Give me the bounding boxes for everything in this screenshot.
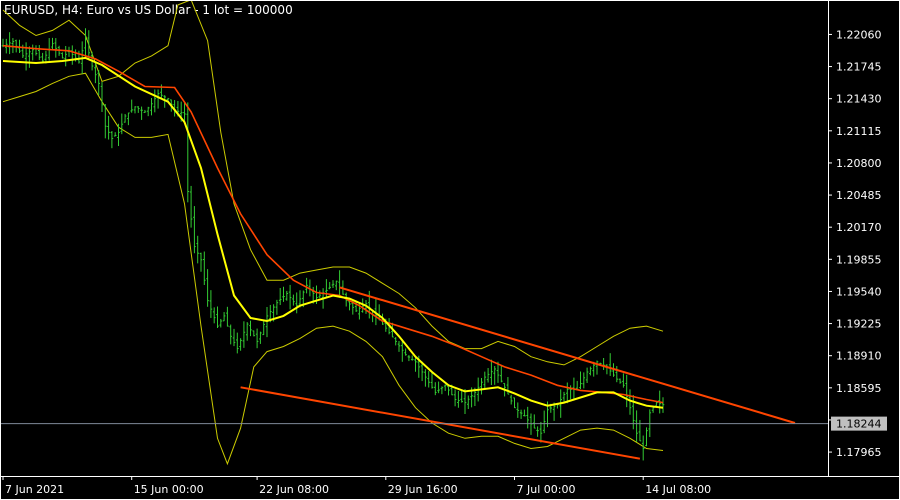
candle-series bbox=[1, 28, 665, 461]
x-tick-label: 7 Jul 00:00 bbox=[517, 483, 576, 496]
y-tick-label: 1.18910 bbox=[836, 350, 882, 363]
y-tick-label: 1.19540 bbox=[836, 285, 882, 298]
y-tick-label: 1.19855 bbox=[836, 253, 882, 266]
trend-channel bbox=[240, 286, 796, 460]
y-tick-label: 1.20485 bbox=[836, 189, 882, 202]
y-tick-label: 1.22060 bbox=[836, 28, 882, 41]
x-tick-label: 22 Jun 08:00 bbox=[259, 483, 329, 496]
y-tick-label: 1.20800 bbox=[836, 157, 882, 170]
price-chart[interactable]: 1.22060 1.21745 1.21430 1.21115 1.20800 1.204… bbox=[0, 0, 900, 500]
x-tick-label: 15 Jun 00:00 bbox=[134, 483, 204, 496]
y-tick-label: 1.21430 bbox=[836, 93, 882, 106]
bollinger-lower-band bbox=[2, 72, 664, 466]
bollinger-lower-line bbox=[2, 72, 664, 466]
y-tick-label: 1.17965 bbox=[836, 446, 882, 459]
x-tick-label: 7 Jun 2021 bbox=[5, 483, 64, 496]
current-price-label: 1.18244 bbox=[836, 418, 882, 431]
y-tick-label: 1.18595 bbox=[836, 382, 882, 395]
y-tick-label: 1.19225 bbox=[836, 318, 882, 331]
y-tick-label: 1.21745 bbox=[836, 61, 882, 74]
time-axis: 7 Jun 2021 15 Jun 00:00 22 Jun 08:00 29 Jun… bbox=[2, 476, 711, 496]
bollinger-upper-line bbox=[2, 0, 664, 366]
y-tick-label: 1.20170 bbox=[836, 221, 882, 234]
y-tick-label: 1.21115 bbox=[836, 125, 882, 138]
price-axis: 1.22060 1.21745 1.21430 1.21115 1.20800 1.204… bbox=[828, 28, 887, 459]
x-tick-label: 14 Jul 08:00 bbox=[645, 483, 711, 496]
bollinger-upper-band bbox=[2, 0, 664, 366]
x-tick-label: 29 Jun 16:00 bbox=[388, 483, 458, 496]
